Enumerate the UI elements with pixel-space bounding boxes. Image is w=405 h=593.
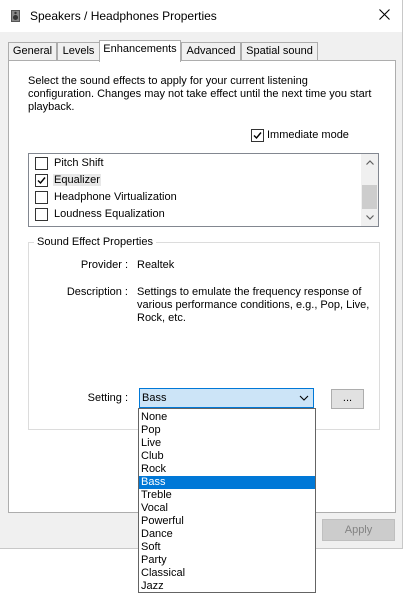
effect-item-pitch-shift[interactable]: Pitch Shift (29, 155, 359, 172)
option-party[interactable]: Party (139, 554, 315, 567)
chevron-down-icon (299, 393, 309, 406)
option-live[interactable]: Live (139, 437, 315, 450)
checkmark-icon (253, 132, 262, 140)
tab-general[interactable]: General (8, 42, 57, 61)
window-title: Speakers / Headphones Properties (30, 9, 217, 23)
option-bass[interactable]: Bass (139, 476, 315, 489)
apply-button[interactable]: Apply (322, 519, 395, 541)
scroll-thumb[interactable] (362, 185, 377, 209)
headphone-virtualization-checkbox[interactable] (35, 191, 48, 204)
option-treble[interactable]: Treble (139, 489, 315, 502)
enhancements-description: Select the sound effects to apply for yo… (28, 75, 372, 113)
pitch-shift-checkbox[interactable] (35, 157, 48, 170)
scroll-down-arrow[interactable] (361, 209, 378, 226)
close-icon (378, 9, 390, 23)
effect-item-headphone-virtualization[interactable]: Headphone Virtualization (29, 189, 359, 206)
option-vocal[interactable]: Vocal (139, 502, 315, 515)
option-jazz[interactable]: Jazz (139, 580, 315, 592)
description-label: Description : (66, 286, 128, 298)
option-rock[interactable]: Rock (139, 463, 315, 476)
equalizer-checkbox[interactable] (35, 174, 48, 187)
close-button[interactable] (366, 0, 402, 32)
loudness-equalization-checkbox[interactable] (35, 208, 48, 221)
option-classical[interactable]: Classical (139, 567, 315, 580)
option-soft[interactable]: Soft (139, 541, 315, 554)
effects-scrollbar[interactable] (361, 154, 378, 226)
option-pop[interactable]: Pop (139, 424, 315, 437)
effect-label: Headphone Virtualization (54, 191, 177, 203)
tab-enhancements[interactable]: Enhancements (99, 40, 181, 62)
tab-advanced[interactable]: Advanced (181, 42, 241, 61)
scroll-up-arrow[interactable] (361, 154, 378, 171)
provider-value: Realtek (137, 259, 175, 271)
chevron-up-icon (365, 160, 374, 165)
effect-item-equalizer[interactable]: Equalizer (29, 172, 359, 189)
option-none[interactable]: None (139, 411, 315, 424)
setting-label: Setting : (87, 392, 128, 404)
option-dance[interactable]: Dance (139, 528, 315, 541)
effect-label: Loudness Equalization (54, 208, 165, 220)
setting-dropdown[interactable]: Bass (139, 388, 314, 408)
immediate-mode-checkbox[interactable] (251, 129, 264, 142)
chevron-down-icon (365, 215, 374, 220)
description-value: Settings to emulate the frequency respon… (137, 286, 370, 324)
checkmark-icon (37, 177, 46, 185)
effects-list[interactable]: Pitch Shift Equalizer Headphone Virtuali… (28, 153, 379, 227)
speaker-app-icon (9, 9, 23, 23)
option-powerful[interactable]: Powerful (139, 515, 315, 528)
option-club[interactable]: Club (139, 450, 315, 463)
effect-label: Pitch Shift (54, 157, 104, 169)
effect-label: Equalizer (53, 174, 101, 186)
tab-spatial-sound[interactable]: Spatial sound (241, 42, 318, 61)
group-title: Sound Effect Properties (34, 236, 156, 248)
tab-levels[interactable]: Levels (57, 42, 100, 61)
title-bar: Speakers / Headphones Properties (0, 0, 402, 32)
setting-options-list[interactable]: None Pop Live Club Rock Bass Treble Voca… (138, 408, 316, 593)
effect-item-loudness-equalization[interactable]: Loudness Equalization (29, 206, 359, 223)
provider-label: Provider : (80, 259, 128, 271)
setting-selected-value: Bass (142, 392, 167, 404)
immediate-mode-label: Immediate mode (267, 129, 349, 141)
more-settings-button[interactable]: ... (331, 389, 364, 409)
